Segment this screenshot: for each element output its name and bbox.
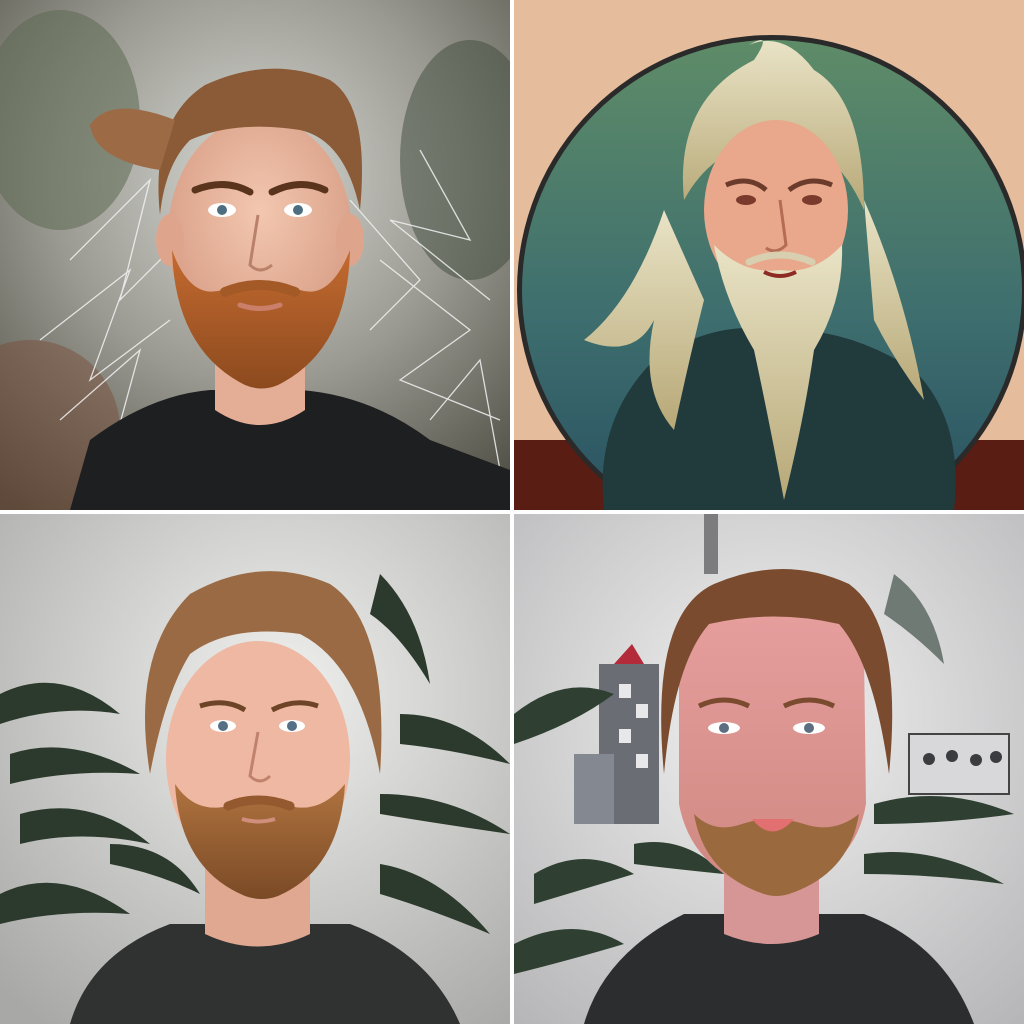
image-grid — [0, 0, 1024, 1024]
portrait-illustrated-white-beard-art — [514, 0, 1024, 510]
portrait-photo-plants-art — [0, 514, 510, 1024]
portrait-photo-ginger-beard — [0, 0, 510, 510]
portrait-painted-plants — [514, 514, 1024, 1024]
portrait-illustrated-white-beard — [514, 0, 1024, 510]
portrait-photo-plants — [0, 514, 510, 1024]
portrait-photo-ginger-beard-art — [0, 0, 510, 510]
portrait-painted-plants-art — [514, 514, 1024, 1024]
